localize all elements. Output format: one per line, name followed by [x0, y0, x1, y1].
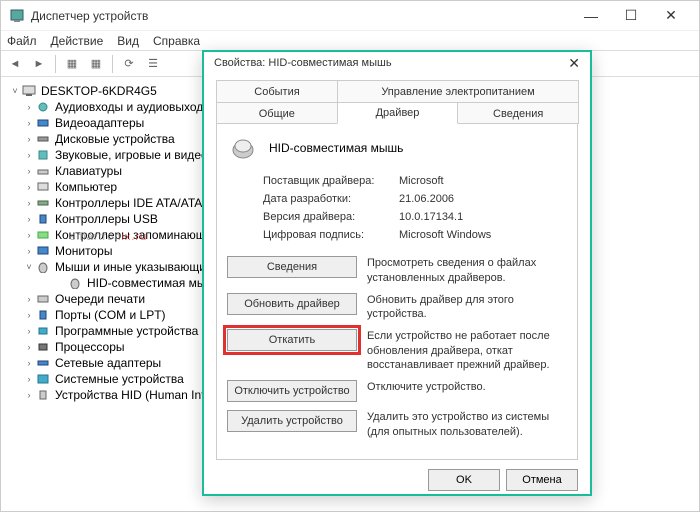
- computer-icon: [21, 84, 37, 98]
- signature-label: Цифровая подпись:: [263, 229, 399, 241]
- mouse-icon: [227, 136, 259, 160]
- expand-icon[interactable]: ›: [23, 294, 35, 304]
- forward-icon[interactable]: ►: [29, 54, 49, 74]
- separator: [55, 55, 56, 73]
- expand-icon[interactable]: ›: [23, 310, 35, 320]
- back-icon[interactable]: ◄: [5, 54, 25, 74]
- cancel-button[interactable]: Отмена: [506, 469, 578, 491]
- expand-icon[interactable]: ›: [23, 374, 35, 384]
- category-icon: [35, 180, 51, 194]
- expand-icon[interactable]: ›: [23, 118, 35, 128]
- signature-value: Microsoft Windows: [399, 229, 491, 241]
- vendor-label: Поставщик драйвера:: [263, 175, 399, 187]
- disable-device-desc: Отключите устройство.: [367, 380, 486, 394]
- dialog-footer: OK Отмена: [204, 466, 590, 494]
- app-icon: [9, 8, 25, 24]
- expand-icon[interactable]: ›: [23, 390, 35, 400]
- uninstall-device-button[interactable]: Удалить устройство: [227, 410, 357, 432]
- rollback-driver-desc: Если устройство не работает после обновл…: [367, 329, 567, 372]
- expand-icon[interactable]: ›: [23, 342, 35, 352]
- category-icon: [35, 196, 51, 210]
- tab-power[interactable]: Управление электропитанием: [337, 80, 579, 102]
- category-icon: [35, 372, 51, 386]
- properties-icon[interactable]: ☰: [143, 54, 163, 74]
- category-icon: [35, 132, 51, 146]
- expand-icon[interactable]: ›: [23, 230, 35, 240]
- minimize-button[interactable]: —: [571, 2, 611, 30]
- tab-panel-driver: HID-совместимая мышь Поставщик драйвера:…: [216, 123, 578, 460]
- maximize-button[interactable]: ☐: [611, 2, 651, 30]
- device-name: HID-совместимая мышь: [269, 141, 403, 155]
- close-button[interactable]: ✕: [651, 2, 691, 30]
- tab-details[interactable]: Сведения: [457, 102, 579, 124]
- category-icon: [35, 148, 51, 162]
- expand-icon[interactable]: ›: [23, 102, 35, 112]
- category-icon: [35, 212, 51, 226]
- tab-driver[interactable]: Драйвер: [337, 102, 459, 124]
- ok-button[interactable]: OK: [428, 469, 500, 491]
- dialog-title: Свойства: HID-совместимая мышь: [214, 57, 392, 69]
- category-icon: [35, 340, 51, 354]
- update-driver-button[interactable]: Обновить драйвер: [227, 293, 357, 315]
- menu-action[interactable]: Действие: [51, 34, 104, 48]
- category-icon: [35, 260, 51, 274]
- category-icon: [35, 116, 51, 130]
- menu-file[interactable]: Файл: [7, 34, 37, 48]
- version-value: 10.0.17134.1: [399, 211, 463, 223]
- category-icon: [35, 324, 51, 338]
- update-driver-desc: Обновить драйвер для этого устройства.: [367, 293, 567, 322]
- separator: [112, 55, 113, 73]
- category-icon: [35, 164, 51, 178]
- category-icon: [35, 100, 51, 114]
- expand-icon[interactable]: ›: [23, 214, 35, 224]
- date-value: 21.06.2006: [399, 193, 454, 205]
- category-icon: [35, 356, 51, 370]
- expand-icon[interactable]: ›: [23, 358, 35, 368]
- category-icon: [35, 388, 51, 402]
- expand-icon[interactable]: ›: [23, 246, 35, 256]
- expand-icon[interactable]: ›: [23, 134, 35, 144]
- expand-icon[interactable]: ›: [23, 182, 35, 192]
- toolbar-button[interactable]: ▦: [62, 54, 82, 74]
- menu-bar: Файл Действие Вид Справка: [1, 31, 699, 51]
- toolbar-button[interactable]: ▦: [86, 54, 106, 74]
- rollback-driver-button[interactable]: Откатить: [227, 329, 357, 351]
- disable-device-button[interactable]: Отключить устройство: [227, 380, 357, 402]
- vendor-value: Microsoft: [399, 175, 444, 187]
- expand-icon[interactable]: ›: [23, 198, 35, 208]
- version-label: Версия драйвера:: [263, 211, 399, 223]
- window-title: Диспетчер устройств: [31, 9, 571, 23]
- expand-icon[interactable]: ›: [23, 166, 35, 176]
- dialog-close-button[interactable]: ✕: [568, 55, 580, 72]
- category-icon: [35, 228, 51, 242]
- category-icon: [35, 308, 51, 322]
- collapse-icon[interactable]: ˅: [9, 86, 21, 96]
- driver-details-desc: Просмотреть сведения о файлах установлен…: [367, 256, 567, 285]
- driver-info: Поставщик драйвера:Microsoft Дата разраб…: [263, 172, 567, 244]
- driver-details-button[interactable]: Сведения: [227, 256, 357, 278]
- refresh-icon[interactable]: ⟳: [119, 54, 139, 74]
- category-icon: [35, 244, 51, 258]
- category-icon: [35, 292, 51, 306]
- tab-events[interactable]: События: [216, 80, 338, 102]
- tab-general[interactable]: Общие: [216, 102, 338, 124]
- expand-icon[interactable]: ›: [23, 326, 35, 336]
- title-bar: Диспетчер устройств — ☐ ✕: [1, 1, 699, 31]
- mouse-icon: [67, 276, 83, 290]
- expand-icon[interactable]: ›: [23, 150, 35, 160]
- menu-help[interactable]: Справка: [153, 34, 200, 48]
- properties-dialog: Свойства: HID-совместимая мышь ✕ События…: [202, 50, 592, 496]
- dialog-title-bar: Свойства: HID-совместимая мышь ✕: [204, 52, 590, 74]
- uninstall-device-desc: Удалить это устройство из системы (для о…: [367, 410, 567, 439]
- menu-view[interactable]: Вид: [117, 34, 139, 48]
- date-label: Дата разработки:: [263, 193, 399, 205]
- collapse-icon[interactable]: ˅: [23, 262, 35, 272]
